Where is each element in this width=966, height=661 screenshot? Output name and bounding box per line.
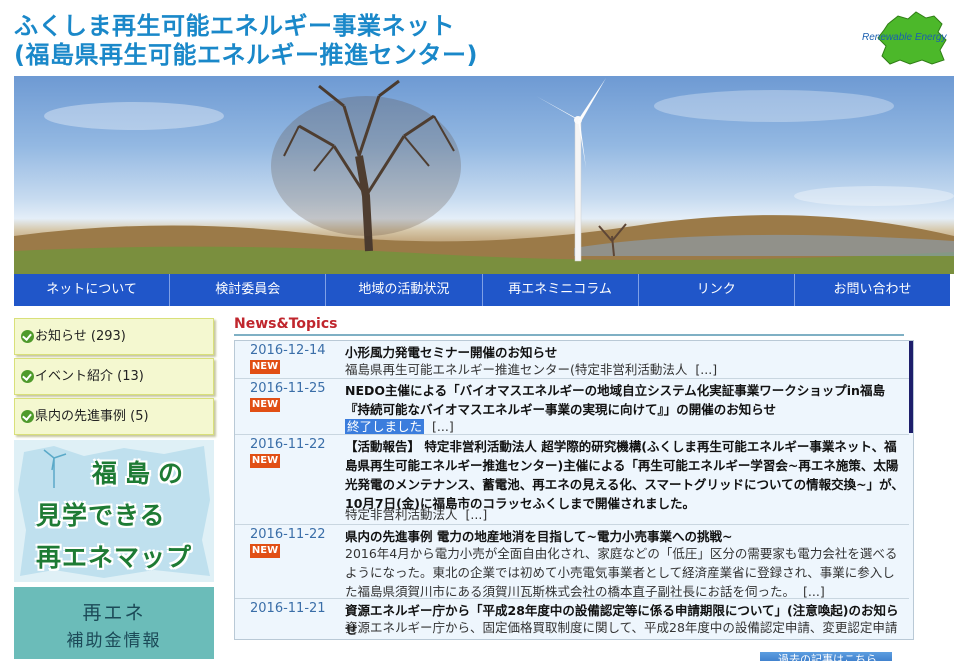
nav-regional-activities[interactable]: 地域の活動状況 xyxy=(326,274,483,306)
check-circle-icon xyxy=(21,330,34,343)
sidebar-item-label: お知らせ (293) xyxy=(35,329,126,344)
news-title[interactable]: 【活動報告】 特定非営利活動法人 超学際的研究機構(ふくしま再生可能エネルギー事… xyxy=(345,437,907,513)
sidebar-item-notices[interactable]: お知らせ (293) xyxy=(14,318,214,355)
map-banner-line3: 再エネマップ xyxy=(36,543,193,572)
check-circle-icon xyxy=(21,370,34,383)
site-title-line2: (福島県再生可能エネルギー推進センター) xyxy=(14,41,478,69)
news-date: 2016-11-22 xyxy=(250,527,326,542)
renewable-map-banner[interactable]: 福島の 見学できる 再エネマップ xyxy=(14,440,214,582)
news-item[interactable]: 2016-11-25 NEW NEDO主催による「バイオマスエネルギーの地域自立… xyxy=(235,379,909,435)
new-badge: NEW xyxy=(250,544,280,558)
wind-turbine-landscape-image xyxy=(14,78,954,274)
sidebar-item-label: イベント紹介 (13) xyxy=(35,369,144,384)
sidebar-item-label: 県内の先進事例 (5) xyxy=(35,409,149,424)
selected-text: 終了しました xyxy=(345,419,425,434)
news-excerpt: 終了しました [...] xyxy=(345,417,907,436)
news-date: 2016-11-25 xyxy=(250,381,326,396)
news-item[interactable]: 2016-11-22 NEW 県内の先進事例 電力の地産地消を目指して~電力小売… xyxy=(235,525,909,599)
news-divider xyxy=(234,334,904,336)
subsidy-banner-line1: 再エネ xyxy=(82,602,146,624)
news-item[interactable]: 2016-11-22 NEW 【活動報告】 特定非営利活動法人 超学際的研究機構… xyxy=(235,435,909,525)
site-title-line1: ふくしま再生可能エネルギー事業ネット xyxy=(14,12,455,40)
read-more-link[interactable]: [...] xyxy=(803,584,825,599)
hero-banner xyxy=(14,76,954,274)
read-more-link[interactable]: [...] xyxy=(826,639,848,640)
news-heading: News&Topics xyxy=(234,316,338,332)
scrollbar-thumb[interactable] xyxy=(909,341,913,433)
news-excerpt: 特定非営利活動法人 [...] xyxy=(345,507,488,522)
global-nav: ネットについて 検討委員会 地域の活動状況 再エネミニコラム リンク お問い合わ… xyxy=(14,274,950,306)
subsidy-banner-line2: 補助金情報 xyxy=(66,631,162,651)
new-badge: NEW xyxy=(250,454,280,468)
news-list[interactable]: 2016-12-14 NEW 小形風力発電セミナー開催のお知らせ 福島県再生可能… xyxy=(234,340,914,640)
nav-mini-column[interactable]: 再エネミニコラム xyxy=(483,274,639,306)
site-title[interactable]: ふくしま再生可能エネルギー事業ネット (福島県再生可能エネルギー推進センター) xyxy=(14,12,478,70)
news-excerpt: 資源エネルギー庁から、固定価格買取制度に関して、平成28年度中の設備認定申請、変… xyxy=(345,618,907,640)
news-excerpt: 福島県再生可能エネルギー推進センター(特定非営利活動法人 [...] xyxy=(345,362,718,377)
nav-links[interactable]: リンク xyxy=(639,274,795,306)
sidebar-item-events[interactable]: イベント紹介 (13) xyxy=(14,358,214,395)
news-date: 2016-11-22 xyxy=(250,437,326,452)
read-more-link[interactable]: [...] xyxy=(432,419,454,434)
map-banner-line2: 見学できる xyxy=(36,501,166,530)
new-badge: NEW xyxy=(250,360,280,374)
nav-committee[interactable]: 検討委員会 xyxy=(170,274,327,306)
subsidy-info-banner[interactable]: 再エネ 補助金情報 xyxy=(14,587,214,659)
news-title[interactable]: NEDO主催による「バイオマスエネルギーの地域自立システム化実証事業ワークショッ… xyxy=(345,381,907,419)
check-circle-icon xyxy=(21,410,34,423)
nav-contact[interactable]: お問い合わせ xyxy=(795,274,950,306)
nav-about[interactable]: ネットについて xyxy=(14,274,171,306)
logo-text: Renewable Energy xyxy=(862,32,947,43)
news-excerpt: 2016年4月から電力小売が全面自由化され、家庭などの「低圧」区分の需要家も電力… xyxy=(345,546,898,599)
news-date: 2016-12-14 xyxy=(250,343,326,358)
older-articles-button[interactable]: 過去の記事はこちら xyxy=(760,652,892,661)
new-badge: NEW xyxy=(250,398,280,412)
renewable-energy-logo[interactable]: Renewable Energy xyxy=(860,10,956,66)
sidebar-item-case-studies[interactable]: 県内の先進事例 (5) xyxy=(14,398,214,435)
read-more-link[interactable]: [...] xyxy=(466,507,488,522)
news-item[interactable]: 2016-12-14 NEW 小形風力発電セミナー開催のお知らせ 福島県再生可能… xyxy=(235,341,909,379)
news-item[interactable]: 2016-11-21 資源エネルギー庁から「平成28年度中の設備認定等に係る申請… xyxy=(235,599,909,640)
news-date: 2016-11-21 xyxy=(250,601,326,616)
read-more-link[interactable]: [...] xyxy=(695,362,717,377)
map-banner-line1: 福島の xyxy=(92,459,192,488)
